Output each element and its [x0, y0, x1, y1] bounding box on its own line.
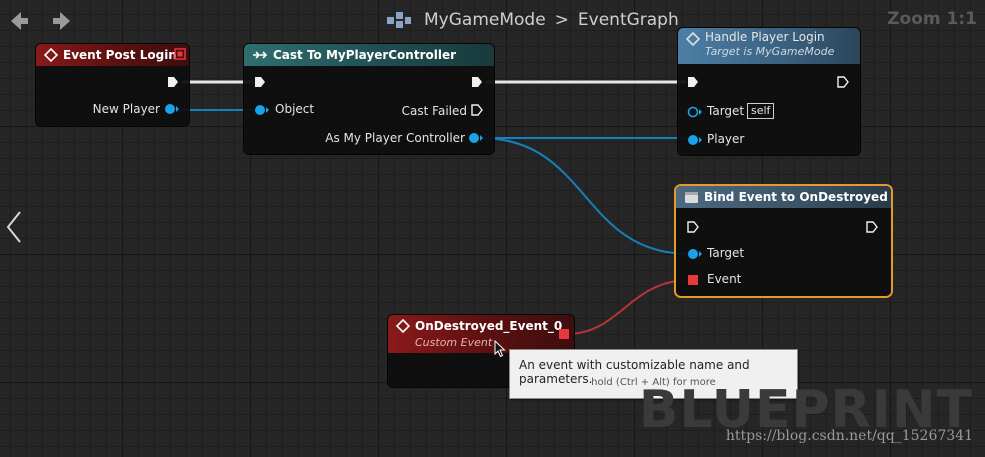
player-pin-label: Player	[707, 132, 745, 146]
exec-output-pin-icon[interactable]	[837, 76, 849, 88]
exec-input-pin-icon[interactable]	[687, 221, 699, 233]
url-watermark: https://blog.csdn.net/qq_15267341	[725, 428, 973, 444]
event-delegate-pin-icon[interactable]	[687, 274, 699, 286]
exec-output-pin-icon[interactable]	[471, 76, 483, 88]
custom-event-subtitle: Custom Event	[415, 336, 493, 349]
cast-failed-exec-pin-icon[interactable]	[471, 104, 483, 116]
object-wire-controller-to-bind-target	[479, 137, 691, 255]
blueprint-graph-icon	[387, 12, 411, 28]
breadcrumb: MyGameMode > EventGraph	[386, 10, 679, 30]
cast-failed-pin-label: Cast Failed	[401, 104, 467, 118]
event-post-login-node[interactable]: Event Post Login New Player	[36, 44, 189, 126]
mouse-cursor-icon	[494, 340, 506, 358]
exec-output-pin-icon[interactable]	[866, 221, 878, 233]
delegate-output-pin-icon[interactable]	[174, 48, 186, 60]
object-input-pin-icon[interactable]	[254, 104, 270, 116]
custom-event-title: OnDestroyed_Event_0	[415, 319, 563, 333]
bind-event-pin-label: Event	[707, 272, 742, 286]
breadcrumb-subgraph[interactable]: EventGraph	[578, 10, 679, 30]
delegate-output-pin-icon[interactable]	[558, 328, 570, 340]
breadcrumb-graph[interactable]: MyGameMode	[424, 10, 546, 30]
cast-header: Cast To MyPlayerController	[244, 44, 494, 66]
as-controller-output-pin-icon[interactable]	[468, 132, 484, 144]
exec-output-pin-icon[interactable]	[167, 76, 179, 88]
new-player-output-pin-icon[interactable]	[164, 103, 180, 115]
bind-event-header: Bind Event to OnDestroyed	[676, 186, 891, 208]
self-badge: self	[747, 103, 775, 119]
new-player-pin-label: New Player	[92, 102, 160, 116]
handle-player-login-subtitle: Target is MyGameMode	[705, 45, 835, 58]
target-input-pin-icon[interactable]	[687, 248, 703, 260]
bind-event-node[interactable]: Bind Event to OnDestroyed Target Event	[676, 186, 891, 296]
chevron-left-icon[interactable]	[4, 210, 24, 244]
bind-event-icon	[685, 191, 698, 203]
event-diamond-icon	[44, 48, 58, 62]
cast-node[interactable]: Cast To MyPlayerController Object Cast F…	[244, 44, 494, 154]
bind-event-title: Bind Event to OnDestroyed	[704, 190, 888, 204]
object-pin-label: Object	[275, 102, 315, 116]
forward-arrow-icon[interactable]	[50, 9, 74, 33]
function-diamond-icon	[686, 32, 700, 46]
event-post-login-title: Event Post Login	[63, 48, 177, 62]
handle-player-login-header: Handle Player Login Target is MyGameMode	[678, 28, 860, 64]
zoom-level: Zoom 1:1	[887, 9, 977, 29]
cast-title: Cast To MyPlayerController	[273, 48, 457, 62]
delegate-wire-event-to-custom	[566, 279, 691, 335]
exec-input-pin-icon[interactable]	[687, 76, 699, 88]
event-post-login-header: Event Post Login	[36, 44, 189, 66]
back-arrow-icon[interactable]	[7, 9, 31, 33]
event-diamond-icon	[396, 319, 410, 333]
handle-target-pin-label: Target	[707, 104, 745, 118]
handle-player-login-title: Handle Player Login	[705, 30, 825, 44]
as-controller-pin-label: As My Player Controller	[325, 131, 465, 145]
breadcrumb-separator: >	[554, 10, 569, 30]
handle-player-login-node[interactable]: Handle Player Login Target is MyGameMode…	[678, 28, 860, 155]
cast-arrow-icon	[253, 51, 268, 59]
bind-target-pin-label: Target	[707, 246, 745, 260]
player-input-pin-icon[interactable]	[687, 134, 703, 146]
target-input-pin-icon[interactable]	[687, 106, 703, 118]
exec-input-pin-icon[interactable]	[254, 76, 266, 88]
custom-event-header: OnDestroyed_Event_0 Custom Event	[388, 315, 574, 353]
